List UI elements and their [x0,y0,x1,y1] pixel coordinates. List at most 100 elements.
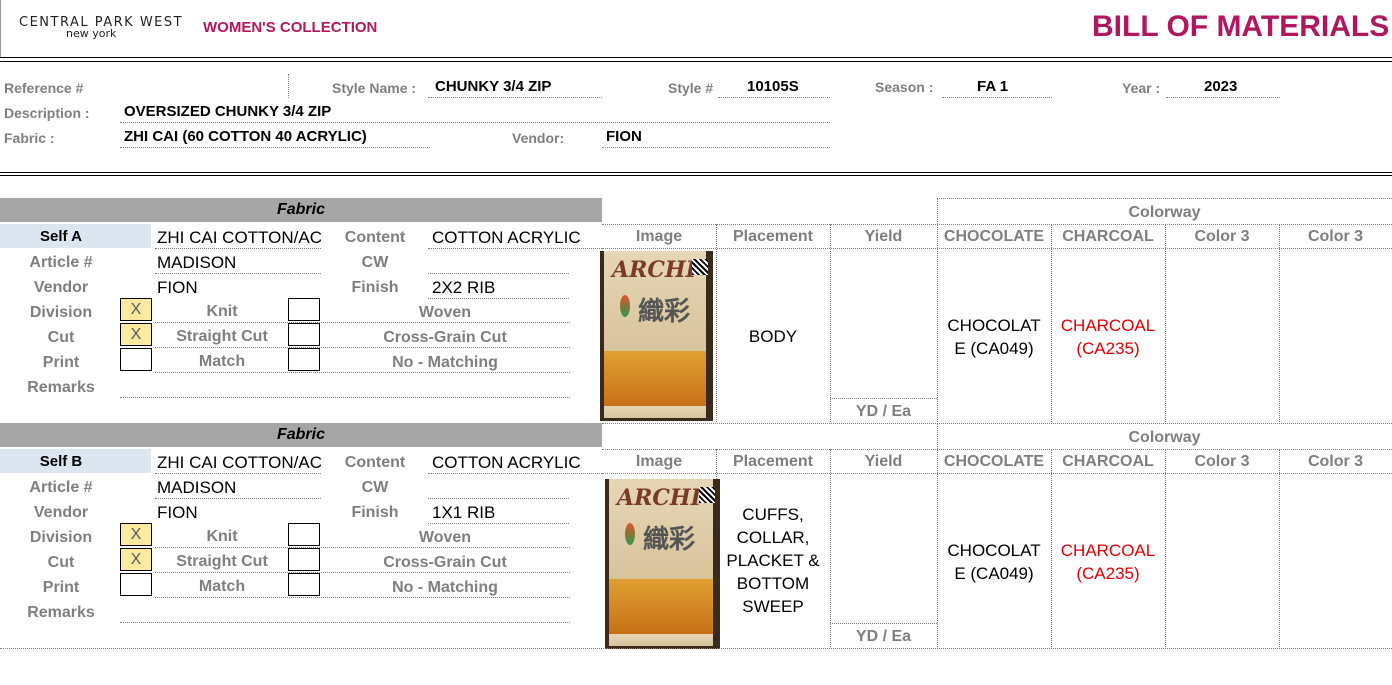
divider [0,175,1392,176]
chocolate-line-2: E (CA049) [954,339,1034,358]
image-header: Image [635,228,683,245]
woven-label: Woven [418,529,472,546]
divider [0,57,1392,58]
fabric-name: ZHI CAI COTTON/AC [157,453,321,472]
underline [155,597,570,598]
underline [428,273,569,274]
divider [1165,449,1166,647]
swatch-glyph: 織彩 [643,524,696,554]
divider [0,648,1392,649]
underline [1166,97,1280,98]
print-label: Print [42,579,80,596]
cross-grain-cut-checkbox[interactable] [288,548,320,571]
underline [120,147,430,148]
colorway-header-2: CHARCOAL [1062,453,1154,470]
woven-checkbox[interactable] [288,298,320,321]
underline [602,147,830,148]
charcoal-line-1: CHARCOAL [1060,541,1156,560]
style-name-value: CHUNKY 3/4 ZIP [435,78,552,95]
self-label: Self A [40,228,82,245]
match-checkbox[interactable] [120,348,152,371]
vendor-row-label: Vendor [33,279,89,296]
swatch-logo: ARCHI [617,485,701,511]
image-header: Image [635,453,683,470]
underline [155,372,570,373]
content-value: COTTON ACRYLIC [432,228,581,247]
divider [830,398,937,399]
yield-unit: YD / Ea [855,403,912,420]
no-matching-checkbox[interactable] [288,348,320,371]
fabric-name: ZHI CAI COTTON/AC [157,228,321,247]
cross-grain-cut-label: Cross-Grain Cut [383,329,507,346]
no-matching-checkbox[interactable] [288,573,320,596]
content-label: Content [344,229,406,246]
knit-checkbox[interactable]: X [120,298,152,321]
placement-header: Placement [732,228,814,245]
underline [155,322,570,323]
cross-grain-cut-checkbox[interactable] [288,323,320,346]
placement-line: BOTTOM [736,574,810,593]
cut-label: Cut [47,554,75,571]
style-name-label: Style Name : [332,80,417,96]
cut-label: Cut [47,329,75,346]
underline [155,273,321,274]
fabric-value: ZHI CAI (60 COTTON 40 ACRYLIC) [124,128,367,145]
underline [718,97,830,98]
divider [602,473,1392,474]
straight-cut-checkbox[interactable]: X [120,323,152,346]
match-checkbox[interactable] [120,573,152,596]
chocolate-value: CHOCOLAT E (CA049) [937,314,1051,360]
colorway-banner: Colorway [1128,429,1201,446]
style-number-label: Style # [668,80,714,96]
finish-label: Finish [351,504,399,521]
placement-line: BODY [748,327,798,346]
self-label-cell: Self B [0,449,151,473]
cross-grain-cut-label: Cross-Grain Cut [383,554,507,571]
finish-value: 2X2 RIB [432,278,496,297]
underline [155,473,321,474]
underline [120,122,830,123]
brand-logo-line2: new york [66,27,117,40]
fabric-swatch-image: ARCHI 織彩 [605,479,720,649]
article-value: MADISON [157,478,237,497]
divider [0,172,1392,173]
underline [428,97,602,98]
underline [428,298,569,299]
woven-checkbox[interactable] [288,523,320,546]
colorway-header-1: CHOCOLATE [943,453,1045,470]
division-label: Division [29,304,93,321]
fabric-swatch-image: ARCHI 織彩 [600,251,713,421]
self-label: Self B [39,453,83,470]
finish-label: Finish [351,279,399,296]
underline [942,97,1052,98]
fabric-banner-label: Fabric [276,426,325,443]
placement-line: CUFFS, [742,505,804,524]
article-value: MADISON [157,253,237,272]
underline [155,572,570,573]
placement-header: Placement [732,453,814,470]
colorway-header-3: Color 3 [1194,228,1250,245]
remarks-line[interactable] [120,397,570,398]
content-value: COTTON ACRYLIC [432,453,581,472]
cw-label: CW [361,479,389,496]
straight-cut-checkbox[interactable]: X [120,548,152,571]
self-label-cell: Self A [0,224,151,248]
knit-checkbox[interactable]: X [120,523,152,546]
division-label: Division [29,529,93,546]
knit-label: Knit [206,303,238,320]
remarks-line[interactable] [120,622,570,623]
vendor-row-value: FION [157,503,198,522]
collection-title: WOMEN'S COLLECTION [203,19,378,36]
article-label: Article # [29,479,93,496]
no-matching-label: No - Matching [392,354,498,371]
divider [602,423,1392,424]
vendor-label: Vendor: [512,130,565,146]
chocolate-value: CHOCOLAT E (CA049) [937,539,1051,585]
placement-line: PLACKET & [726,551,820,570]
article-label: Article # [29,254,93,271]
straight-cut-label: Straight Cut [176,328,268,345]
match-label: Match [198,578,246,595]
straight-cut-label: Straight Cut [176,553,268,570]
divider [716,224,717,422]
placement-line: SWEEP [742,597,804,616]
